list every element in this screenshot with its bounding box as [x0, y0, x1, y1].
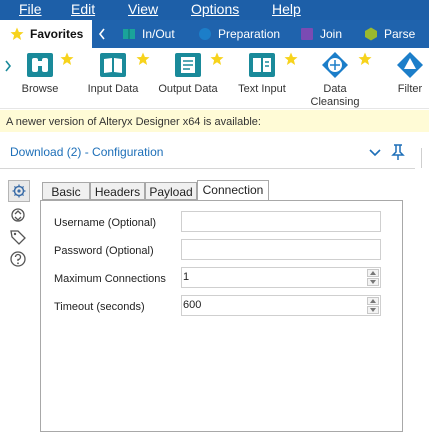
update-notice-text: A newer version of Alteryx Designer x64 … [6, 116, 261, 128]
menu-file[interactable]: File [19, 1, 42, 17]
pin-icon[interactable] [391, 144, 405, 160]
username-field[interactable] [181, 211, 381, 232]
max-connections-value: 1 [183, 271, 190, 283]
tab-parse[interactable]: Parse [364, 20, 415, 48]
tab-inout-label: In/Out [142, 27, 175, 41]
chevron-up-icon [370, 271, 376, 275]
configuration-title: Download (2) - Configuration [10, 145, 164, 159]
divider [421, 148, 422, 168]
tab-preparation[interactable]: Preparation [198, 20, 280, 48]
arrows-icon[interactable] [9, 206, 27, 224]
tab-join[interactable]: Join [300, 20, 342, 48]
menu-options[interactable]: Options [191, 1, 239, 17]
favorite-star-icon[interactable] [358, 52, 372, 66]
tool-data-cleansing-label-2: Cleansing [310, 96, 360, 108]
max-connections-stepper[interactable]: 1 [181, 267, 381, 288]
square-icon [301, 28, 313, 40]
filter-icon [397, 52, 423, 78]
gear-icon [12, 184, 26, 198]
tool-data-cleansing-label-1: Data [323, 83, 347, 95]
max-connections-label: Maximum Connections [54, 273, 166, 285]
tool-category-tabs: Favorites In/Out Preparation Join Parse [0, 20, 429, 48]
chevron-down-icon [370, 308, 376, 312]
decrement-button[interactable] [367, 306, 379, 314]
chevron-right-icon[interactable] [4, 60, 12, 72]
update-notice[interactable]: A newer version of Alteryx Designer x64 … [0, 110, 429, 132]
password-label: Password (Optional) [54, 245, 154, 257]
tab-join-label: Join [320, 27, 343, 41]
binoculars-icon [27, 53, 53, 77]
timeout-label: Timeout (seconds) [54, 301, 145, 313]
tag-icon[interactable] [9, 228, 27, 246]
star-icon [10, 27, 24, 40]
tab-inout[interactable]: In/Out [122, 20, 175, 48]
hexagon-icon [365, 27, 377, 41]
favorite-star-icon[interactable] [210, 52, 224, 66]
tool-input-data[interactable]: Input Data [84, 50, 142, 96]
tool-text-input[interactable]: Text Input [234, 50, 290, 96]
connection-panel: Username (Optional) Password (Optional) … [40, 200, 403, 432]
right-edge [415, 140, 429, 432]
tool-browse-label: Browse [21, 83, 59, 95]
tab-connection[interactable]: Connection [197, 180, 269, 201]
tool-data-cleansing[interactable]: Data Cleansing [307, 50, 363, 109]
timeout-value: 600 [183, 299, 202, 311]
book-open-icon [100, 53, 126, 77]
help-icon[interactable] [9, 250, 27, 268]
tool-palette: Browse Input Data Output Data Text Input… [0, 48, 429, 109]
menu-edit[interactable]: Edit [71, 1, 95, 17]
decrement-button[interactable] [367, 278, 379, 286]
tab-preparation-label: Preparation [218, 27, 281, 41]
tool-browse[interactable]: Browse [18, 50, 62, 96]
username-label: Username (Optional) [54, 217, 157, 229]
favorite-star-icon[interactable] [60, 52, 74, 66]
tab-payload[interactable]: Payload [145, 182, 197, 200]
password-field[interactable] [181, 239, 381, 260]
increment-button[interactable] [367, 269, 379, 277]
menu-help[interactable]: Help [272, 1, 301, 17]
tool-output-data-label: Output Data [158, 83, 218, 95]
increment-button[interactable] [367, 297, 379, 305]
circle-icon [199, 28, 211, 40]
tab-basic[interactable]: Basic [42, 182, 90, 200]
book-icon [249, 53, 275, 77]
tool-filter[interactable]: Filter [392, 50, 428, 96]
book-icon [123, 29, 135, 39]
tab-favorites-label: Favorites [30, 27, 84, 41]
favorite-star-icon[interactable] [136, 52, 150, 66]
menu-bar: File Edit View Options Help [0, 0, 429, 20]
configuration-header: Download (2) - Configuration [0, 138, 429, 169]
chevron-up-icon [370, 299, 376, 303]
tool-text-input-label: Text Input [238, 83, 286, 95]
configuration-left-rail [0, 170, 40, 432]
tab-headers[interactable]: Headers [90, 182, 145, 200]
data-cleansing-icon [322, 52, 348, 78]
chevron-left-icon [98, 28, 105, 40]
tool-input-data-label: Input Data [87, 83, 139, 95]
menu-view[interactable]: View [128, 1, 158, 17]
favorite-star-icon[interactable] [284, 52, 298, 66]
settings-tab[interactable] [8, 180, 30, 202]
tab-parse-label: Parse [384, 27, 416, 41]
chevron-down-icon [370, 280, 376, 284]
tab-scroll-left[interactable] [98, 20, 114, 48]
tab-favorites[interactable]: Favorites [0, 20, 92, 48]
chevron-down-icon[interactable] [369, 149, 381, 157]
timeout-stepper[interactable]: 600 [181, 295, 381, 316]
document-icon [175, 53, 201, 77]
tool-filter-label: Filter [397, 83, 423, 95]
